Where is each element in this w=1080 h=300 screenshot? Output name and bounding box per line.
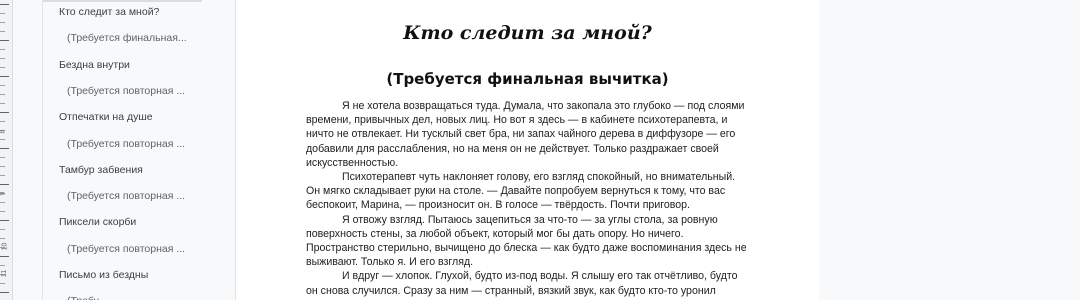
canvas-background-right bbox=[819, 0, 1080, 300]
ruler-number: 8 bbox=[0, 129, 7, 134]
ruler-tick bbox=[0, 202, 5, 203]
ruler-tick bbox=[0, 121, 5, 122]
ruler-tick bbox=[0, 157, 5, 158]
document-subtitle: (Требуется финальная вычитка) bbox=[386, 70, 669, 88]
paragraph: Я отвожу взгляд. Пытаюсь зацепиться за ч… bbox=[306, 213, 747, 269]
ruler-tick bbox=[0, 256, 9, 257]
ruler-tick bbox=[0, 175, 5, 176]
outline-subheading-item[interactable]: (Требуется повторная ... bbox=[67, 85, 185, 97]
vertical-ruler: 8 9 10 11 bbox=[0, 0, 13, 300]
document-body[interactable]: Я не хотела возвращаться туда. Думала, ч… bbox=[306, 99, 748, 298]
document-page[interactable]: Кто следит за мной? (Требуется финальная… bbox=[235, 0, 820, 300]
ruler-number: 9 bbox=[0, 191, 7, 196]
ruler-tick bbox=[0, 67, 5, 68]
outline-heading-item[interactable]: Пиксели скорби bbox=[59, 216, 136, 228]
ruler-tick bbox=[0, 4, 9, 5]
outline-subheading-item[interactable]: (Требу bbox=[67, 295, 99, 300]
ruler-tick bbox=[0, 292, 9, 293]
outline-heading-item[interactable]: Отпечатки на душе bbox=[59, 111, 153, 123]
paragraph: Я не хотела возвращаться туда. Думала, ч… bbox=[306, 100, 745, 169]
ruler-tick bbox=[0, 112, 9, 113]
ruler-tick bbox=[0, 22, 5, 23]
document-title: Кто следит за мной? bbox=[403, 22, 652, 44]
ruler-tick bbox=[0, 265, 5, 266]
ruler-tick bbox=[0, 58, 5, 59]
ruler-tick bbox=[0, 85, 5, 86]
outline-heading-item[interactable]: Тамбур забвения bbox=[59, 164, 143, 176]
outline-heading-item[interactable]: Бездна внутри bbox=[59, 59, 130, 71]
ruler-tick bbox=[0, 283, 5, 284]
outline-subheading-item[interactable]: (Требуется финальная... bbox=[67, 32, 187, 44]
outline-left-border bbox=[42, 0, 43, 300]
paragraph: Психотерапевт чуть наклоняет голову, его… bbox=[306, 171, 736, 212]
ruler-tick bbox=[0, 220, 9, 221]
ruler-tick bbox=[0, 13, 5, 14]
ruler-number: 10 bbox=[1, 242, 9, 251]
ruler-tick bbox=[0, 211, 5, 212]
outline-top-divider bbox=[42, 0, 202, 2]
ruler-tick bbox=[0, 184, 9, 185]
ruler-tick bbox=[0, 40, 9, 41]
outline-heading-item[interactable]: Кто следит за мной? bbox=[59, 6, 159, 18]
outline-subheading-item[interactable]: (Требуется повторная ... bbox=[67, 138, 185, 150]
ruler-tick bbox=[0, 76, 9, 77]
ruler-tick bbox=[0, 166, 5, 167]
document-outline-panel: Кто следит за мной? (Требуется финальная.… bbox=[42, 0, 235, 300]
outline-heading-item[interactable]: Письмо из бездны bbox=[59, 269, 148, 281]
ruler-tick bbox=[0, 94, 5, 95]
outline-subheading-item[interactable]: (Требуется повторная ... bbox=[67, 190, 185, 202]
ruler-tick bbox=[0, 148, 9, 149]
ruler-tick bbox=[0, 103, 5, 104]
ruler-tick bbox=[0, 229, 5, 230]
ruler-tick bbox=[0, 139, 5, 140]
ruler-number: 11 bbox=[1, 269, 9, 278]
ruler-tick bbox=[0, 31, 5, 32]
paragraph: И вдруг — хлопок. Глухой, будто из-под в… bbox=[306, 270, 738, 297]
ruler-tick bbox=[0, 238, 5, 239]
ruler-tick bbox=[0, 49, 5, 50]
outline-subheading-item[interactable]: (Требуется повторная ... bbox=[67, 243, 185, 255]
